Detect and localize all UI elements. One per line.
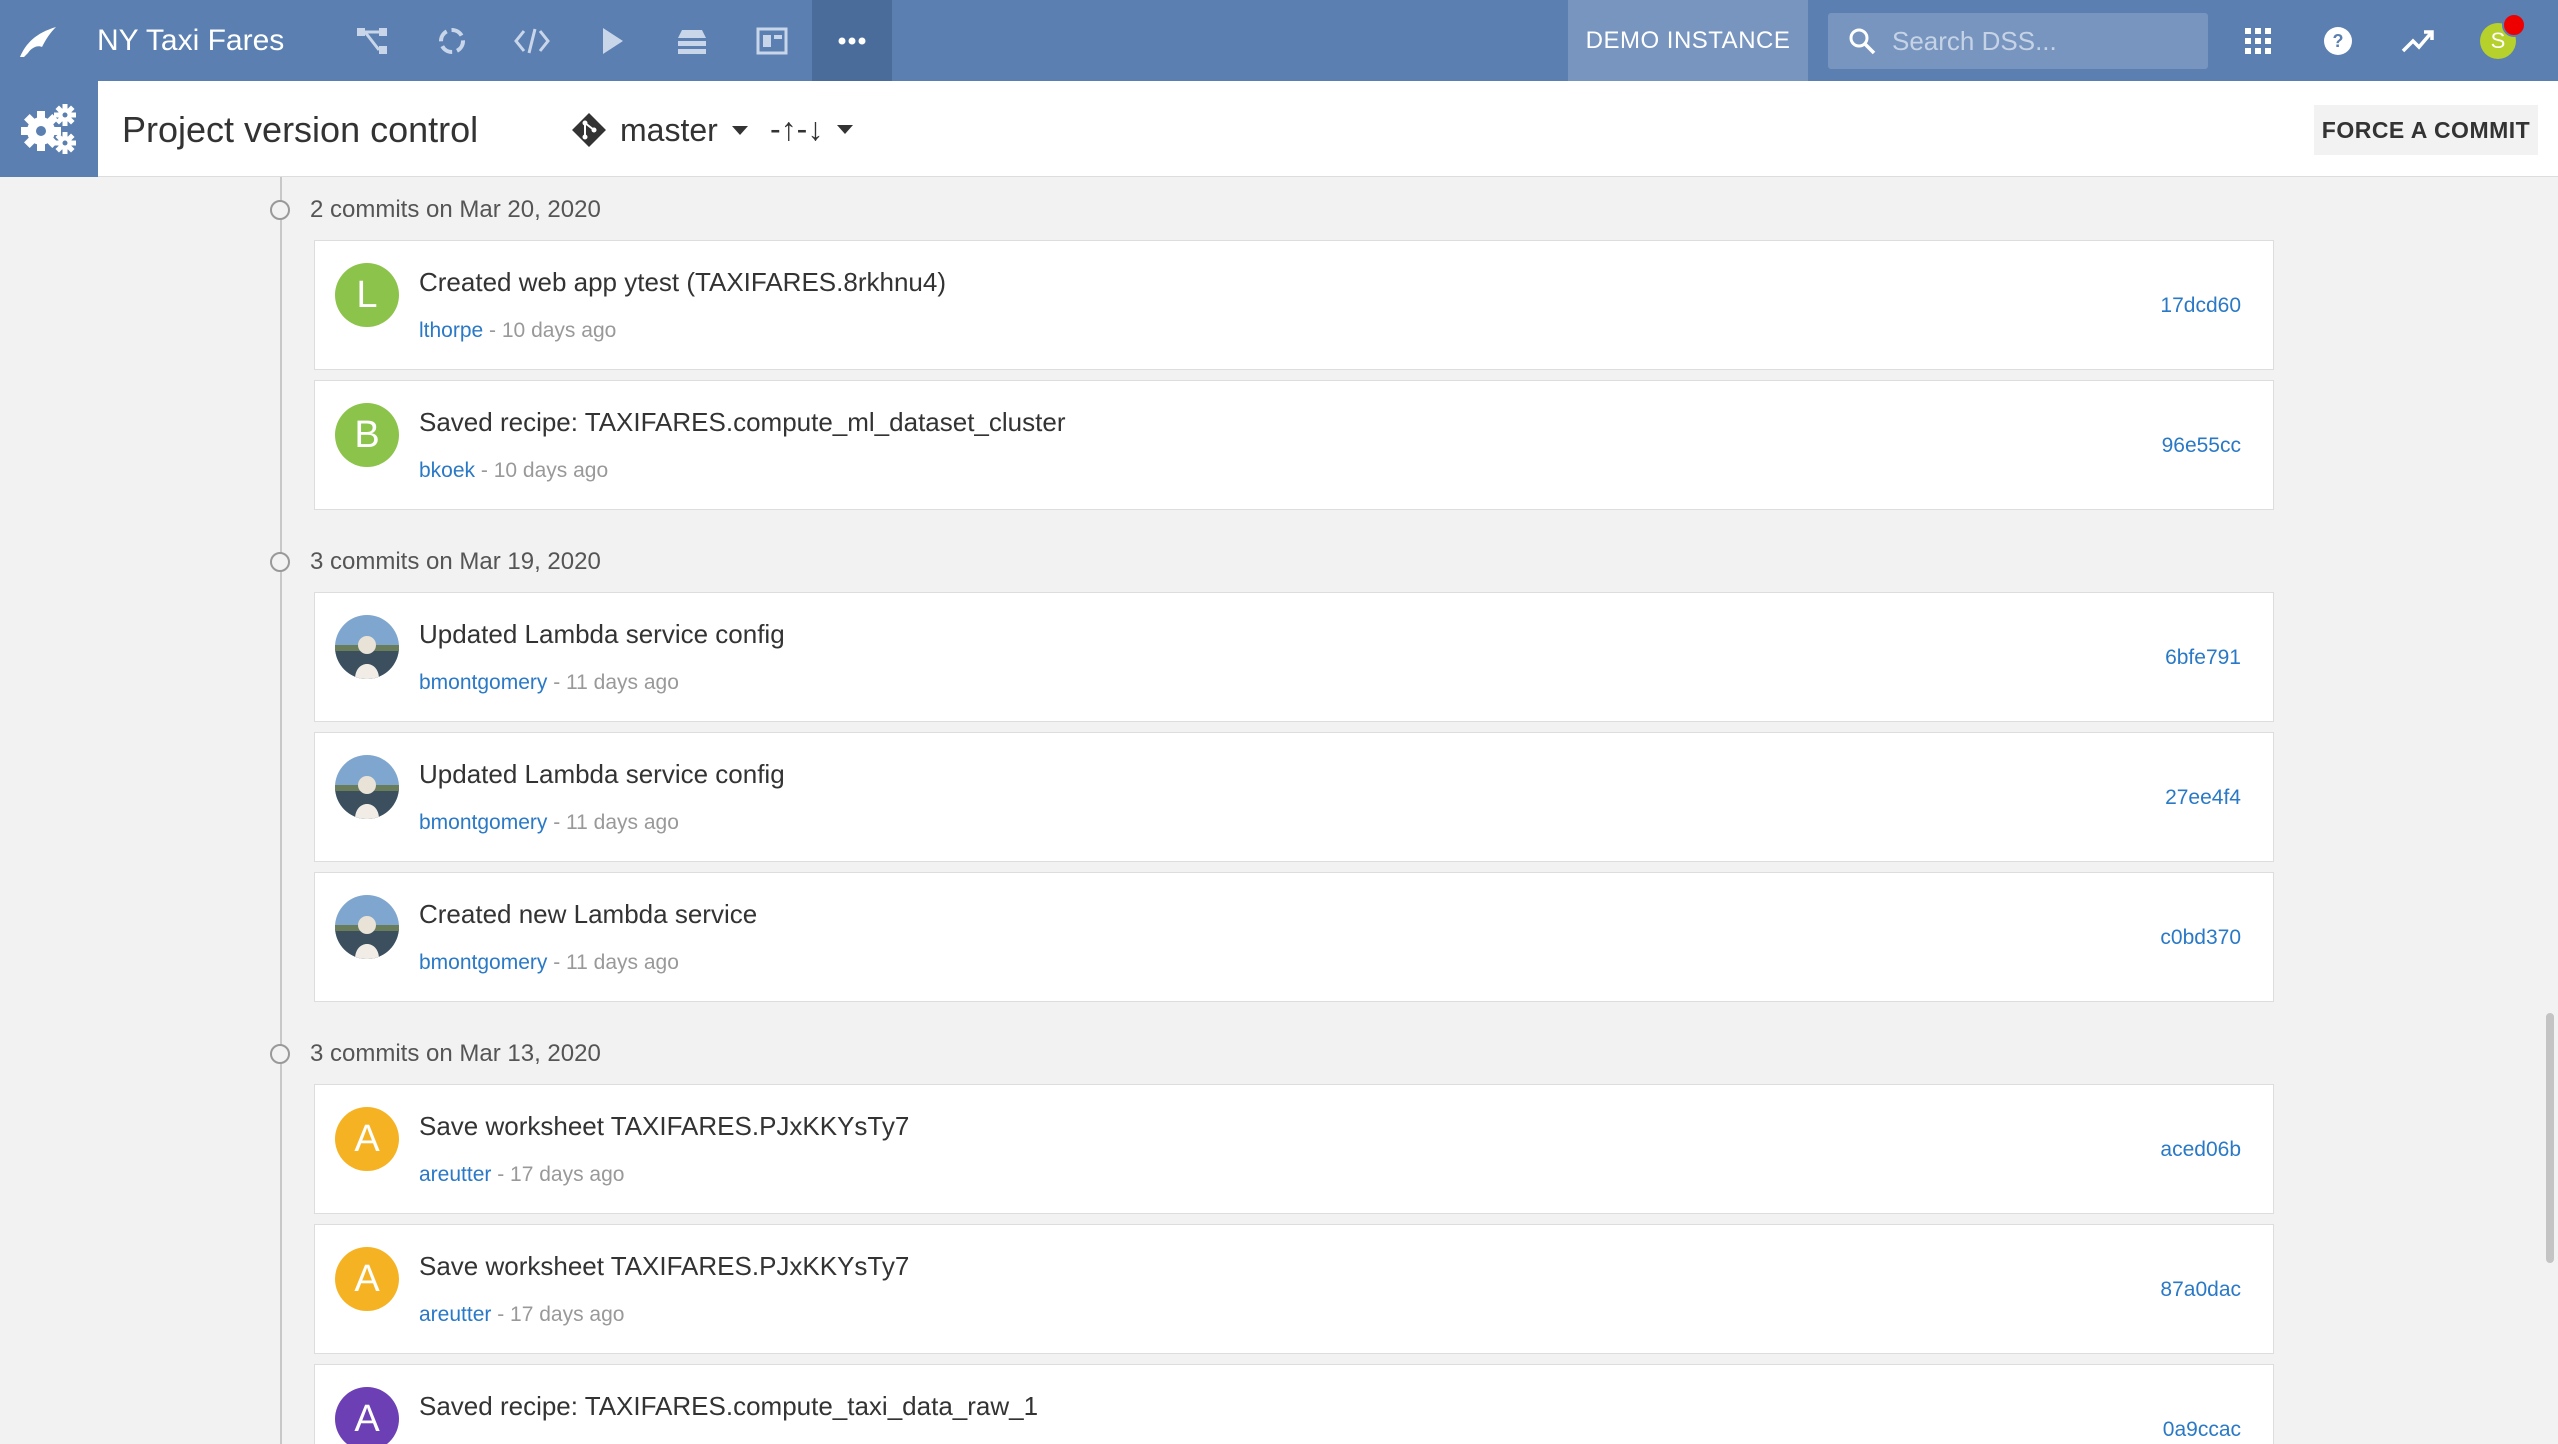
chevron-down-icon <box>731 125 748 135</box>
search-input[interactable] <box>1892 25 2192 57</box>
commit-group-header: 2 commits on Mar 20, 2020 <box>270 196 601 224</box>
author-avatar: L <box>335 263 399 327</box>
author-avatar: B <box>335 403 399 467</box>
commit-row[interactable]: Updated Lambda service config bmontgomer… <box>314 732 2274 862</box>
author-link[interactable]: bmontgomery <box>419 671 547 694</box>
commit-message: Saved recipe: TAXIFARES.compute_taxi_dat… <box>419 1391 1039 1421</box>
timeline-dot <box>270 200 290 220</box>
code-icon[interactable] <box>492 0 572 81</box>
commit-row[interactable]: B Saved recipe: TAXIFARES.compute_ml_dat… <box>314 380 2274 510</box>
chevron-down-icon <box>837 125 854 134</box>
commit-time: - 10 days ago <box>483 319 617 342</box>
commit-time: - 11 days ago <box>547 811 679 834</box>
commit-meta: lthorpe - 10 days ago <box>419 319 616 343</box>
commit-message: Saved recipe: TAXIFARES.compute_ml_datas… <box>419 407 1066 437</box>
user-avatar-button[interactable]: S <box>2458 0 2538 81</box>
commit-group-header: 3 commits on Mar 19, 2020 <box>270 548 601 576</box>
commit-group-label: 2 commits on Mar 20, 2020 <box>310 196 601 223</box>
commit-meta: areutter - 17 days ago <box>419 1303 624 1327</box>
help-icon[interactable]: ? <box>2298 0 2378 81</box>
project-name[interactable]: NY Taxi Fares <box>97 24 284 58</box>
timeline-dot <box>270 1044 290 1064</box>
dataiku-bird-logo-icon[interactable] <box>0 0 75 81</box>
commit-hash-link[interactable]: c0bd370 <box>2160 926 2241 950</box>
demo-instance-badge: DEMO INSTANCE <box>1568 0 1808 81</box>
commit-meta: areutter - 17 days ago <box>419 1163 624 1187</box>
apps-grid-icon[interactable] <box>2218 0 2298 81</box>
commit-group-header: 3 commits on Mar 13, 2020 <box>270 1040 601 1068</box>
dashboard-icon[interactable] <box>732 0 812 81</box>
commit-meta: bmontgomery - 11 days ago <box>419 951 679 975</box>
commit-row[interactable]: L Created web app ytest (TAXIFARES.8rkhn… <box>314 240 2274 370</box>
search-icon <box>1849 28 1876 55</box>
more-dots-icon[interactable] <box>812 0 893 81</box>
commit-hash-link[interactable]: 6bfe791 <box>2165 646 2241 670</box>
commit-message: Save worksheet TAXIFARES.PJxKKYsTy7 <box>419 1111 910 1141</box>
author-photo-avatar <box>335 755 399 819</box>
commit-message: Created web app ytest (TAXIFARES.8rkhnu4… <box>419 267 946 297</box>
author-avatar: A <box>335 1387 399 1444</box>
commit-row[interactable]: Created new Lambda service bmontgomery -… <box>314 872 2274 1002</box>
commit-row[interactable]: A Save worksheet TAXIFARES.PJxKKYsTy7 ar… <box>314 1084 2274 1214</box>
commit-hash-link[interactable]: 87a0dac <box>2160 1278 2241 1302</box>
trend-activity-icon[interactable] <box>2378 0 2458 81</box>
author-avatar: A <box>335 1107 399 1171</box>
commit-row[interactable]: Updated Lambda service config bmontgomer… <box>314 592 2274 722</box>
commit-message: Created new Lambda service <box>419 899 758 929</box>
force-commit-button[interactable]: FORCE A COMMIT <box>2314 105 2538 155</box>
scrollbar-thumb[interactable] <box>2546 1013 2554 1263</box>
commit-hash-link[interactable]: 27ee4f4 <box>2165 786 2241 810</box>
commit-message: Save worksheet TAXIFARES.PJxKKYsTy7 <box>419 1251 910 1281</box>
commit-row[interactable]: A Saved recipe: TAXIFARES.compute_taxi_d… <box>314 1364 2274 1444</box>
commit-row[interactable]: A Save worksheet TAXIFARES.PJxKKYsTy7 ar… <box>314 1224 2274 1354</box>
author-link[interactable]: lthorpe <box>419 319 483 342</box>
settings-gears-icon <box>0 81 98 177</box>
commit-hash-link[interactable]: 0a9ccac <box>2163 1418 2241 1442</box>
user-avatar: S <box>2480 12 2526 59</box>
push-pull-arrows-icon: -↑-↓ <box>770 111 824 147</box>
commit-hash-link[interactable]: aced06b <box>2160 1138 2241 1162</box>
git-branch-icon <box>572 113 606 147</box>
commit-time: - 11 days ago <box>547 671 679 694</box>
commit-group-label: 3 commits on Mar 13, 2020 <box>310 1040 601 1067</box>
author-link[interactable]: bmontgomery <box>419 951 547 974</box>
commit-meta: bmontgomery - 11 days ago <box>419 811 679 835</box>
top-navbar: NY Taxi Fares DEMO INSTANCE Search DSS..… <box>0 0 2558 81</box>
deploy-stack-icon[interactable] <box>652 0 732 81</box>
branch-name: master <box>620 111 718 148</box>
commit-time: - 17 days ago <box>491 1303 625 1326</box>
author-link[interactable]: bkoek <box>419 459 475 482</box>
lab-cycle-icon[interactable] <box>412 0 492 81</box>
page-title: Project version control <box>122 109 479 150</box>
flow-icon[interactable] <box>332 0 412 81</box>
commit-message: Updated Lambda service config <box>419 619 785 649</box>
right-icon-group: ? S <box>2218 0 2538 81</box>
author-photo-avatar <box>335 895 399 959</box>
commit-time: - 10 days ago <box>475 459 609 482</box>
timeline-line <box>280 177 282 1444</box>
commit-meta: bmontgomery - 11 days ago <box>419 671 679 695</box>
play-icon[interactable] <box>572 0 652 81</box>
commit-time: - 11 days ago <box>547 951 679 974</box>
commit-hash-link[interactable]: 96e55cc <box>2162 434 2241 458</box>
page-header: Project version control master -↑-↓ FORC… <box>0 81 2558 177</box>
author-photo-avatar <box>335 615 399 679</box>
remote-sync-dropdown[interactable]: -↑-↓ <box>770 111 854 148</box>
author-avatar: A <box>335 1247 399 1311</box>
commit-hash-link[interactable]: 17dcd60 <box>2160 294 2241 318</box>
notification-badge <box>2502 12 2526 37</box>
timeline-dot <box>270 552 290 572</box>
commit-group-label: 3 commits on Mar 19, 2020 <box>310 548 601 575</box>
author-link[interactable]: areutter <box>419 1303 491 1326</box>
branch-dropdown[interactable]: master <box>570 111 748 149</box>
svg-text:?: ? <box>2333 31 2344 51</box>
commit-message: Updated Lambda service config <box>419 759 785 789</box>
search-box[interactable] <box>1828 13 2208 69</box>
nav-icon-group <box>332 0 893 81</box>
commit-time: - 17 days ago <box>491 1163 625 1186</box>
author-link[interactable]: areutter <box>419 1163 491 1186</box>
commit-meta: bkoek - 10 days ago <box>419 459 608 483</box>
author-link[interactable]: bmontgomery <box>419 811 547 834</box>
